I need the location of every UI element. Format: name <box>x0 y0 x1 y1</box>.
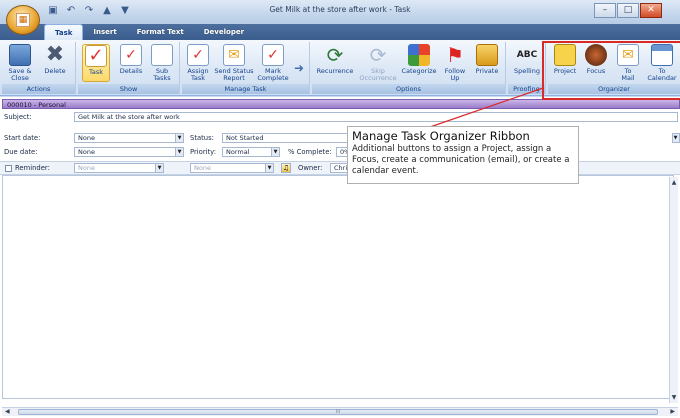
callout-title: Manage Task Organizer Ribbon <box>352 129 530 143</box>
callout-body: Additional buttons to assign a Project, … <box>352 144 570 176</box>
outlook-task-window: ▣ ↶ ↷ ▲ ▼ Get Milk at the store after wo… <box>0 0 680 418</box>
annotation-callout: Manage Task Organizer Ribbon Additional … <box>347 126 579 184</box>
organizer-highlight-box <box>542 41 680 100</box>
